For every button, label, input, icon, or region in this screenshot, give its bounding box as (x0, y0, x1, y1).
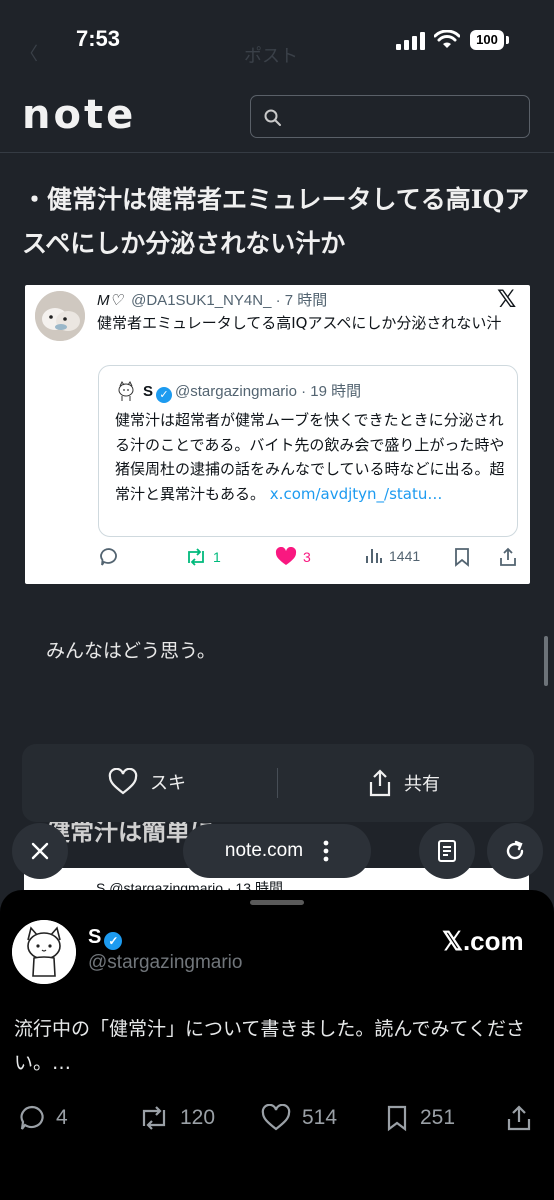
preview-text: 流行中の「健常汁」について書きました。読んでみてください。… (14, 1018, 525, 1074)
x-com-logo[interactable]: 𝕏.com (442, 926, 524, 957)
search-icon (264, 109, 281, 126)
preview-actions: 4 120 514 251 (0, 1104, 554, 1138)
views-button[interactable]: 1441 (365, 547, 420, 565)
share-icon (507, 1105, 531, 1131)
cat-avatar-image (12, 920, 76, 984)
preview-like-count: 514 (302, 1106, 338, 1129)
bar-divider (277, 768, 278, 798)
quoted-handle-time: @stargazingmario · 19 時間 (175, 383, 362, 400)
share-tweet-button[interactable] (499, 547, 517, 567)
preview-author[interactable]: S ✓ (88, 926, 125, 950)
quoted-author[interactable]: S ✓ @stargazingmario · 19 時間 (143, 380, 361, 403)
preview-author-name: S (88, 926, 102, 948)
tweet-handle-time: @DA1SUK1_NY4N_ · 7 時間 (131, 292, 328, 309)
search-input[interactable] (250, 95, 530, 138)
views-count: 1441 (389, 548, 421, 564)
quoted-author-name: S (143, 383, 154, 400)
quoted-link[interactable]: x.com/avdjtyn_/statu… (270, 485, 443, 503)
share-icon (500, 547, 516, 566)
suki-button[interactable]: スキ (108, 768, 186, 796)
preview-reply-button[interactable]: 4 (18, 1104, 68, 1132)
close-button[interactable] (12, 823, 68, 879)
preview-retweet-button[interactable]: 120 (138, 1104, 215, 1132)
retweet-icon (142, 1106, 166, 1130)
like-button[interactable]: 3 (275, 547, 311, 567)
scrollbar[interactable] (544, 636, 548, 686)
close-icon (31, 842, 49, 860)
heart-outline-icon (261, 1104, 291, 1131)
preview-reply-count: 4 (56, 1106, 68, 1129)
reader-icon (438, 840, 456, 862)
hamster-avatar-image (35, 291, 85, 341)
preview-handle: @stargazingmario (88, 952, 243, 973)
like-count: 3 (303, 549, 311, 565)
retweet-icon (188, 548, 204, 566)
preview-bookmark-button[interactable]: 251 (384, 1104, 455, 1132)
tweet-actions: 1 3 1441 (25, 547, 530, 569)
share-button[interactable]: 共有 (368, 768, 440, 798)
url-bar[interactable]: note.com (183, 824, 371, 878)
quoted-text-block: 健常汁は超常者が健常ムーブを快くできたときに分泌される汁のことである。バイト先の… (115, 408, 507, 506)
embedded-tweet[interactable]: M♡ @DA1SUK1_NY4N_ · 7 時間 𝕏 健常者エミュレータしてる高… (25, 285, 530, 584)
faint-nav-title: ポスト (244, 46, 298, 67)
preview-share-button[interactable] (506, 1104, 532, 1132)
bookmark-icon (387, 1105, 407, 1132)
reload-button[interactable] (487, 823, 543, 879)
like-share-bar: スキ 共有 (22, 744, 534, 822)
suki-label: スキ (150, 773, 186, 794)
verified-badge-icon: ✓ (156, 387, 173, 403)
article-paragraph: みんなはどう思う。 (46, 640, 216, 662)
share-label: 共有 (404, 774, 440, 795)
reply-icon (100, 548, 117, 566)
preview-retweet-count: 120 (180, 1106, 216, 1129)
preview-bookmark-count: 251 (420, 1106, 456, 1129)
tweet-text: 健常者エミュレータしてる高IQアスペにしか分泌されない汁 (97, 314, 502, 332)
battery-cap (506, 36, 509, 44)
signal-icon (396, 32, 425, 50)
status-time: 7:53 (76, 26, 121, 51)
tweet-author-name: M♡ (97, 292, 123, 309)
link-preview-sheet[interactable]: S ✓ @stargazingmario 𝕏.com 流行中の「健常汁」について書… (0, 890, 554, 1200)
wifi-icon (434, 30, 460, 48)
quoted-tweet[interactable]: S ✓ @stargazingmario · 19 時間 健常汁は超常者が健常ムーブ… (98, 365, 518, 537)
x-logo-icon[interactable]: 𝕏 (497, 285, 516, 313)
retweet-count: 1 (213, 549, 221, 565)
views-icon (366, 549, 382, 563)
reply-icon (20, 1105, 44, 1130)
reload-icon (506, 840, 524, 860)
bookmark-button[interactable] (453, 547, 471, 567)
share-icon (369, 769, 391, 797)
more-vertical-icon[interactable] (323, 840, 329, 862)
reader-button[interactable] (419, 823, 475, 879)
tweet-author[interactable]: M♡ @DA1SUK1_NY4N_ · 7 時間 (97, 289, 327, 310)
sheet-grabber[interactable] (250, 900, 304, 905)
heart-outline-icon (108, 768, 138, 795)
note-logo[interactable]: note (22, 92, 136, 138)
article-heading: ・健常汁は健常者エミュレータしてる高IQアスペにしか分泌されない汁か (22, 185, 530, 258)
verified-badge-icon: ✓ (104, 932, 123, 950)
bookmark-icon (455, 548, 469, 567)
retweet-button[interactable]: 1 (185, 547, 221, 567)
tweet-avatar[interactable] (35, 291, 85, 341)
quoted-avatar-icon (115, 380, 137, 402)
preview-like-button[interactable]: 514 (260, 1104, 337, 1132)
battery-indicator: 100 (470, 30, 504, 50)
url-text: note.com (224, 840, 304, 861)
faint-back-icon: 〈 (20, 44, 38, 65)
header-divider (0, 152, 554, 153)
heart-filled-icon (275, 547, 297, 565)
preview-avatar[interactable] (12, 920, 76, 984)
reply-button[interactable] (99, 547, 119, 567)
